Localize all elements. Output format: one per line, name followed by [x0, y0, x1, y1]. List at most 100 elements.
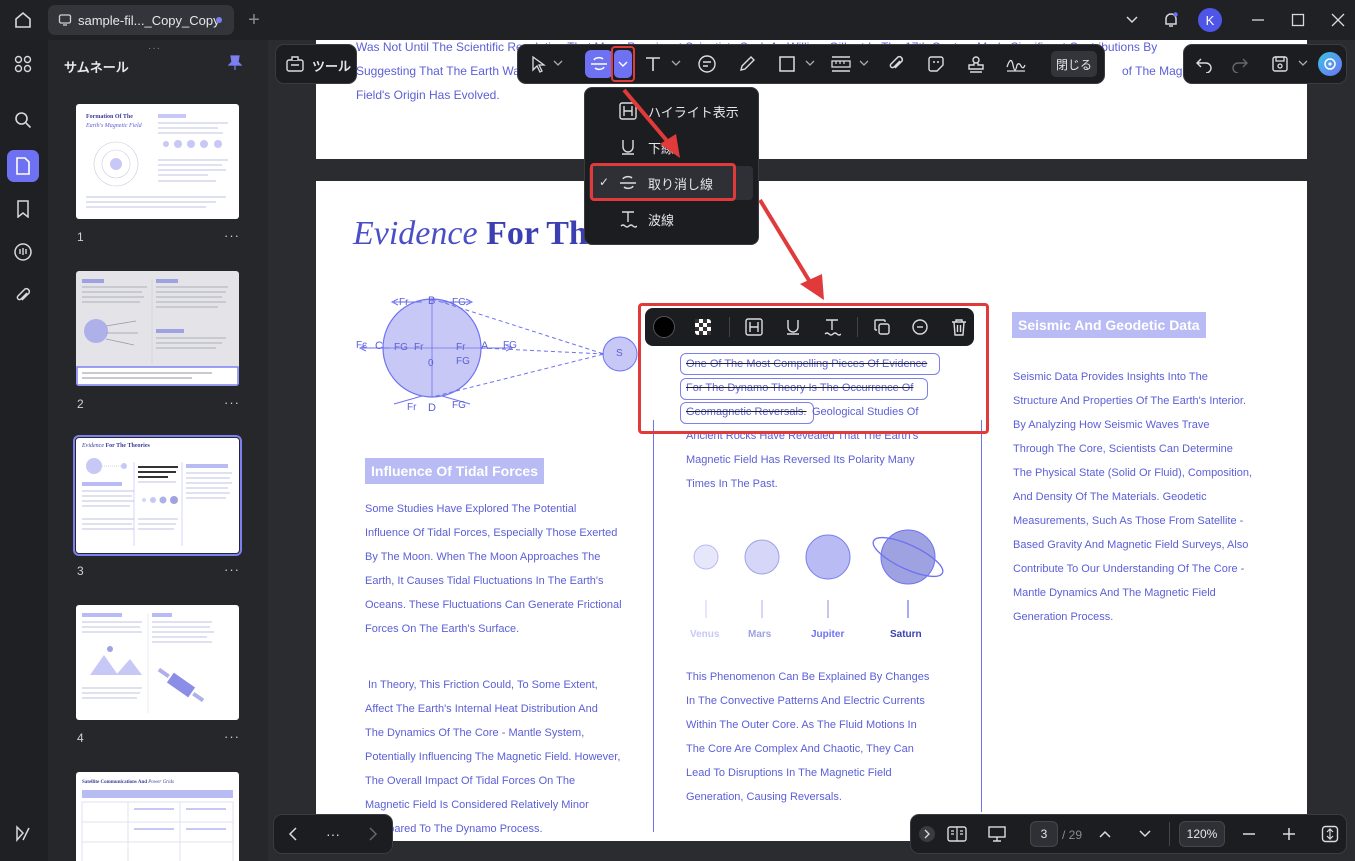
more-options-button[interactable]: ···: [320, 824, 346, 844]
close-toolbar-button[interactable]: 閉じる: [1051, 51, 1097, 77]
page-down-icon[interactable]: [1136, 825, 1154, 843]
seismic-line: The Physical State (Solid Or Fluid), Com…: [1013, 467, 1253, 479]
copy-icon[interactable]: [871, 316, 893, 338]
attachment-icon[interactable]: [12, 285, 34, 307]
home-icon[interactable]: [12, 9, 34, 31]
diagram-label-fr-mid: Fr: [414, 342, 424, 353]
undo-icon[interactable]: [1193, 53, 1215, 75]
thumbnail-4-graphic: [82, 613, 214, 713]
close-window-icon[interactable]: [1328, 10, 1348, 30]
page-number-input[interactable]: 3: [1030, 821, 1058, 847]
highlight-icon[interactable]: [743, 316, 765, 338]
middle-p2-line: This Phenomenon Can Be Explained By Chan…: [686, 671, 930, 683]
thumbnail-4-number: 4: [77, 731, 84, 745]
dropdown-item-squiggly[interactable]: 波線: [585, 202, 760, 236]
bookmark-icon[interactable]: [12, 198, 34, 220]
ai-assistant-icon[interactable]: [12, 822, 34, 844]
previous-icon[interactable]: [284, 824, 302, 844]
zoom-level-input[interactable]: 120%: [1179, 821, 1225, 847]
color-picker-button[interactable]: [653, 316, 675, 338]
middle-p1-line: Times In The Past.: [686, 478, 778, 490]
middle-column-right-border: [981, 420, 982, 812]
signature-icon[interactable]: [1004, 53, 1028, 75]
stamp-icon[interactable]: [965, 53, 987, 75]
title-bar: sample-fil..._Copy_Copy + K: [0, 0, 1355, 40]
thumbnail-2-more-button[interactable]: ···: [224, 395, 240, 410]
chevron-down-icon[interactable]: [1122, 10, 1142, 30]
opacity-icon[interactable]: [693, 317, 713, 337]
middle-column-left-border: [653, 420, 654, 832]
shape-rectangle-icon[interactable]: [776, 53, 798, 75]
page-total-label: / 29: [1062, 828, 1083, 842]
diagram-label-fg-left: FG: [394, 342, 408, 353]
underline-icon[interactable]: [782, 316, 804, 338]
tools-icon[interactable]: [284, 53, 306, 75]
tidal-paragraph-2: In Theory, This Friction Could, To Some …: [365, 673, 620, 841]
thumbnail-2-number: 2: [77, 397, 84, 411]
dropdown-item-underline[interactable]: 下線: [585, 130, 760, 164]
text-tool-icon[interactable]: [642, 53, 664, 75]
diagram-label-fg-right: FG: [503, 340, 517, 351]
page-thumbnail-3[interactable]: Evidence For The Theories: [73, 435, 242, 556]
select-dropdown-icon[interactable]: [552, 57, 564, 69]
zoom-in-icon[interactable]: [1280, 825, 1298, 843]
dropdown-item-underline-label: 下線: [648, 140, 675, 156]
presentation-icon[interactable]: [986, 823, 1008, 845]
notification-bell-icon[interactable]: [1160, 9, 1182, 31]
tidal-p2-line: In Theory, This Friction Could, To Some …: [368, 679, 598, 691]
attach-file-icon[interactable]: [885, 53, 907, 75]
page-thumbnail-2[interactable]: [76, 271, 239, 386]
pencil-icon[interactable]: [736, 53, 758, 75]
seismic-line: By Analyzing How Seismic Waves Trave: [1013, 419, 1210, 431]
diagram-label-fc: Fc: [356, 340, 368, 351]
comments-icon[interactable]: [12, 241, 34, 263]
maximize-icon[interactable]: [1288, 10, 1308, 30]
comment-icon[interactable]: [909, 316, 931, 338]
pin-icon[interactable]: [226, 54, 244, 72]
zoom-out-icon[interactable]: [1240, 825, 1258, 843]
search-icon[interactable]: [12, 109, 34, 131]
squiggly-icon[interactable]: [821, 316, 843, 338]
page-thumbnail-5[interactable]: Satellite Communications And Power Grids: [76, 772, 239, 861]
diagram-label-fg-bottom: FG: [452, 400, 466, 411]
tidal-p1-line: Influence Of Tidal Forces, Especially Th…: [365, 527, 618, 539]
unsaved-indicator: [216, 17, 222, 23]
text-dropdown-icon[interactable]: [670, 57, 682, 69]
page-thumbnail-4[interactable]: [76, 605, 239, 720]
shape-dropdown-icon[interactable]: [804, 57, 816, 69]
planets-graphic: [693, 529, 944, 618]
thumbnail-3-more-button[interactable]: ···: [224, 562, 240, 577]
select-arrow-icon[interactable]: [527, 53, 549, 75]
planet-label-mars: Mars: [748, 629, 772, 640]
next-icon[interactable]: [364, 824, 382, 844]
page-thumbnail-1[interactable]: Formation Of The Earth's Magnetic Field: [76, 104, 239, 219]
page-heading-italic: Evidence: [353, 215, 478, 252]
page-layout-icon[interactable]: [946, 823, 968, 845]
thumbnail-4-more-button[interactable]: ···: [224, 729, 240, 744]
tools-button-label[interactable]: ツール: [312, 56, 351, 75]
note-icon[interactable]: [696, 53, 718, 75]
sticker-icon[interactable]: [925, 53, 947, 75]
save-dropdown-icon[interactable]: [1297, 57, 1309, 69]
page-up-icon[interactable]: [1096, 825, 1114, 843]
new-tab-icon[interactable]: +: [244, 9, 264, 31]
save-icon[interactable]: [1269, 53, 1291, 75]
venus-circle: [693, 544, 719, 570]
panel-drag-handle[interactable]: ···: [148, 43, 161, 54]
measure-ruler-icon[interactable]: [830, 53, 852, 75]
seismic-line: Seismic Data Provides Insights Into The: [1013, 371, 1208, 383]
diagram-label-b: B: [428, 295, 436, 307]
dropdown-item-highlight[interactable]: ハイライト表示: [585, 94, 760, 128]
fit-page-icon[interactable]: [1320, 824, 1340, 844]
thumbnail-1-more-button[interactable]: ···: [224, 228, 240, 243]
delete-icon[interactable]: [948, 316, 970, 338]
middle-p2-line: Generation, Causing Reversals.: [686, 791, 842, 803]
planet-label-saturn: Saturn: [890, 629, 922, 640]
apps-grid-icon[interactable]: [12, 53, 34, 75]
minimize-icon[interactable]: [1248, 10, 1268, 30]
measure-dropdown-icon[interactable]: [858, 57, 870, 69]
redo-icon[interactable]: [1229, 53, 1251, 75]
diagram-label-zero: 0: [428, 358, 434, 369]
document-tab[interactable]: sample-fil..._Copy_Copy: [48, 5, 234, 35]
user-avatar[interactable]: K: [1198, 8, 1222, 32]
